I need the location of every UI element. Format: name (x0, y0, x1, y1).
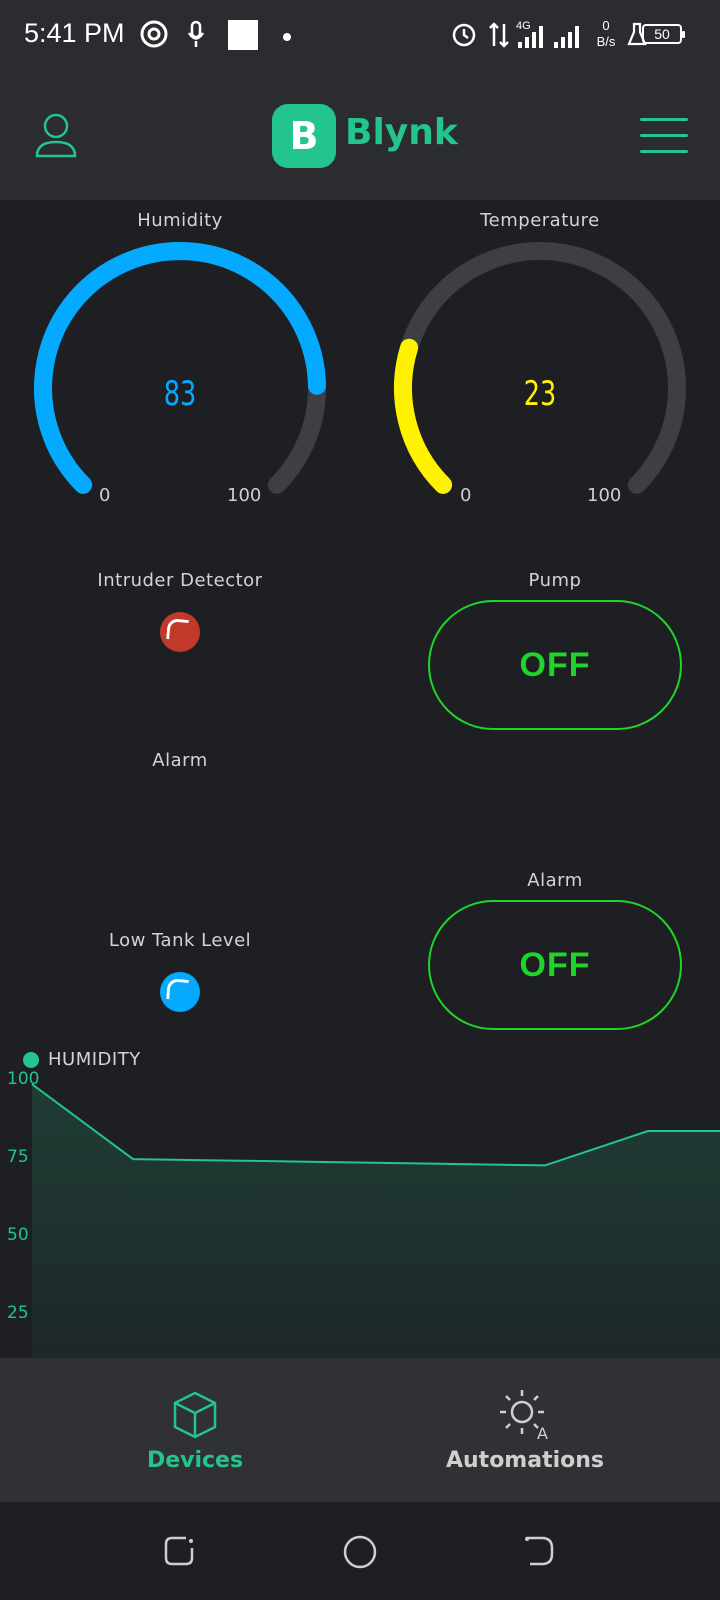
recent-apps-icon[interactable] (162, 1534, 196, 1568)
automation-sun-icon: A (500, 1390, 548, 1440)
chrome-icon (140, 20, 168, 48)
data-transfer-icon (489, 22, 509, 48)
low-tank-led (160, 972, 200, 1012)
temperature-gauge (394, 242, 686, 494)
nav-devices-label: Devices (146, 1448, 244, 1473)
humidity-min: 0 (99, 485, 111, 506)
back-icon[interactable] (522, 1534, 556, 1568)
profile-icon[interactable] (34, 112, 78, 158)
status-bar: 5:41 PM 4G 0 B/s 50 (0, 0, 720, 76)
battery-indicator: 50 (642, 24, 685, 44)
temperature-label: Temperature (480, 210, 600, 231)
bottom-navigation: Devices A Automations (0, 1358, 720, 1502)
status-time: 5:41 PM (24, 18, 125, 48)
home-icon[interactable] (342, 1534, 378, 1570)
app-header: B Blynk (0, 76, 720, 200)
humidity-label: Humidity (137, 210, 223, 231)
brand-title: Blynk (345, 112, 458, 153)
chart-legend: HUMIDITY (48, 1049, 141, 1070)
nav-devices[interactable]: Devices (130, 1358, 260, 1502)
signal-icon (518, 26, 579, 48)
humidity-area (32, 1084, 720, 1358)
alarm-button[interactable]: OFF (428, 900, 682, 1030)
nav-automations[interactable]: A Automations (440, 1358, 610, 1502)
notification-dot-icon (283, 33, 291, 41)
svg-text:A: A (537, 1424, 548, 1440)
blynk-logo: B (272, 104, 336, 168)
menu-icon[interactable] (640, 118, 688, 154)
system-navigation-bar (0, 1502, 720, 1600)
data-rate: 0 B/s (596, 18, 616, 49)
cube-icon (173, 1391, 217, 1439)
intruder-label: Intruder Detector (97, 570, 263, 591)
humidity-value: 83 (163, 374, 197, 414)
intruder-led (160, 612, 200, 652)
humidity-max: 100 (227, 485, 262, 506)
alarm-label: Alarm (152, 750, 208, 771)
alarm-clock-icon (452, 23, 476, 47)
low-tank-label: Low Tank Level (108, 930, 252, 951)
screen-record-icon (228, 20, 258, 50)
humidity-gauge (34, 242, 326, 494)
nav-automations-label: Automations (445, 1448, 605, 1473)
pump-button[interactable]: OFF (428, 600, 682, 730)
temperature-max: 100 (587, 485, 622, 506)
humidity-legend-dot (23, 1052, 39, 1068)
temperature-min: 0 (460, 485, 472, 506)
alarm-button-label: Alarm (527, 870, 583, 891)
temperature-value: 23 (523, 374, 557, 414)
microphone-icon (187, 20, 205, 47)
pump-label: Pump (528, 570, 582, 591)
humidity-chart[interactable] (0, 1070, 720, 1358)
